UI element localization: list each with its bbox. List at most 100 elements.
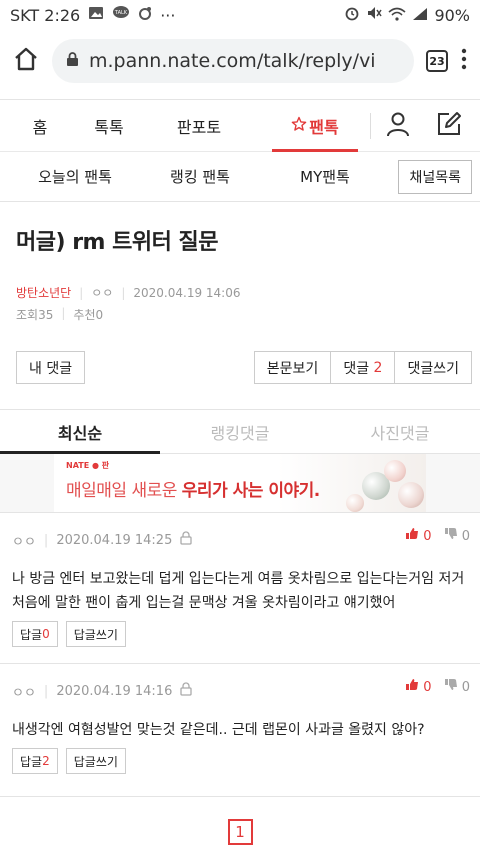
sort-tab-latest[interactable]: 최신순 — [0, 410, 160, 454]
comment-datetime: 2020.04.19 14:16 — [56, 683, 173, 699]
pagination: 1 — [0, 796, 480, 845]
nav-divider — [370, 112, 371, 139]
post-meta: 방탄소년단 | ㅇㅇ | 2020.04.19 14:06 — [0, 256, 480, 301]
banner-pearl-image — [346, 494, 364, 512]
write-icon[interactable] — [435, 110, 463, 142]
write-reply-button[interactable]: 답글쓰기 — [65, 748, 126, 774]
browser-toolbar: m.pann.nate.com/talk/reply/vi 23 — [0, 30, 480, 92]
comment-body: 나 방금 엔터 보고왔는데 덥게 입는다는게 여름 옷차림으로 입는다는거임 저… — [12, 571, 465, 611]
banner-brand: NATE ● 판 — [66, 461, 110, 470]
thumbs-up-icon — [405, 679, 419, 695]
post-recommend: 추천0 — [73, 308, 104, 322]
ad-banner[interactable]: NATE ● 판 매일매일 새로운 우리가 사는 이야기. — [0, 454, 480, 512]
page-number-current[interactable]: 1 — [227, 819, 253, 845]
tab-switcher-button[interactable]: 23 — [426, 50, 448, 72]
meta-divider: | — [61, 306, 66, 320]
post-stats: 조회35 | 추천0 — [0, 301, 480, 323]
nav-tab-label: 톡톡 — [94, 117, 124, 137]
subnav-today[interactable]: 오늘의 팬톡 — [0, 166, 150, 187]
mute-icon — [366, 5, 383, 25]
dislike-count: 0 — [461, 529, 470, 544]
banner-content: NATE ● 판 매일매일 새로운 우리가 사는 이야기. — [54, 454, 426, 512]
battery-percent: 90% — [434, 5, 470, 25]
like-button[interactable]: 0 — [405, 527, 432, 544]
sort-tab-photo[interactable]: 사진댓글 — [320, 410, 480, 453]
comment-votes: 0 0 — [405, 527, 470, 544]
nav-tab-pannphoto[interactable]: 판포토 — [138, 100, 260, 152]
overflow-menu-icon[interactable] — [460, 48, 468, 74]
comment-item: ㅇㅇ | 2020.04.19 14:16 0 0 내생각엔 여혐성발언 맞는것… — [0, 663, 480, 790]
nav-tab-label: 홈 — [32, 117, 48, 137]
post-datetime: 2020.04.19 14:06 — [133, 285, 241, 300]
comments-button[interactable]: 댓글 2 — [331, 351, 396, 384]
lock-icon — [180, 531, 192, 549]
dislike-button[interactable]: 0 — [444, 678, 470, 695]
post-author: ㅇㅇ — [91, 286, 114, 300]
banner-copy: 매일매일 새로운 우리가 사는 이야기. — [66, 476, 320, 501]
like-button[interactable]: 0 — [405, 678, 432, 695]
meta-divider: | — [121, 285, 126, 300]
status-bar: SKT 2:26 TALK ··· 90% — [0, 0, 480, 30]
comment-author: ㅇㅇ — [12, 685, 36, 701]
reply-count: 2 — [42, 754, 50, 768]
svg-text:TALK: TALK — [114, 10, 128, 16]
address-bar[interactable]: m.pann.nate.com/talk/reply/vi — [52, 39, 414, 83]
nav-tab-label: 판포토 — [176, 117, 222, 137]
wifi-icon — [388, 6, 406, 25]
nav-tab-home[interactable]: 홈 — [0, 100, 80, 152]
app-notification-icon — [138, 6, 152, 24]
comment-buttons: 답글 2 답글쓰기 — [12, 742, 480, 790]
comments-label: 댓글 — [343, 360, 370, 377]
image-notification-icon — [88, 6, 104, 24]
post-category[interactable]: 방탄소년단 — [16, 284, 71, 301]
post-views: 조회35 — [16, 308, 54, 322]
nav-tab-fantalk[interactable]: 팬톡 — [272, 100, 358, 152]
meta-divider: | — [79, 285, 84, 300]
write-comment-button[interactable]: 댓글쓰기 — [395, 351, 472, 384]
replies-label: 답글 — [20, 754, 43, 769]
banner-text-plain: 매일매일 새로운 — [66, 481, 182, 501]
url-text: m.pann.nate.com/talk/reply/vi — [89, 50, 376, 72]
replies-button[interactable]: 답글 0 — [12, 621, 58, 647]
comments-count: 2 — [373, 359, 383, 376]
alarm-icon — [344, 5, 360, 25]
time-label: SKT 2:26 — [10, 5, 81, 25]
comment-author: ㅇㅇ — [12, 534, 36, 550]
meta-divider: | — [43, 532, 49, 548]
talk-notification-icon: TALK — [112, 6, 130, 24]
comment-votes: 0 0 — [405, 678, 470, 695]
comment-sort-tabs: 최신순 랭킹댓글 사진댓글 — [0, 409, 480, 454]
subnav-my[interactable]: MY팬톡 — [275, 166, 375, 187]
comment-button-group: 본문보기 댓글 2 댓글쓰기 — [253, 351, 472, 384]
star-icon — [291, 116, 307, 136]
my-comments-button[interactable]: 내 댓글 — [16, 351, 86, 384]
replies-label: 답글 — [20, 627, 43, 642]
user-icon[interactable] — [385, 111, 411, 141]
meta-divider: | — [43, 683, 49, 699]
reply-count: 0 — [42, 627, 50, 641]
comment-body: 내생각엔 여혐성발언 맞는것 같은데.. 근데 랩몬이 사과글 올렸지 않아? — [12, 722, 425, 738]
signal-icon — [412, 6, 428, 25]
banner-pearl-image — [398, 482, 424, 508]
nav-tab-toktok[interactable]: 톡톡 — [80, 100, 138, 152]
view-post-button[interactable]: 본문보기 — [253, 351, 332, 384]
like-count: 0 — [423, 680, 432, 695]
home-icon[interactable] — [12, 45, 40, 77]
thumbs-up-icon — [405, 528, 419, 544]
comment-datetime: 2020.04.19 14:25 — [56, 532, 173, 548]
channel-list-button[interactable]: 채널목록 — [398, 159, 472, 194]
comment-actions: 내 댓글 본문보기 댓글 2 댓글쓰기 — [0, 323, 480, 384]
replies-button[interactable]: 답글 2 — [12, 748, 58, 774]
banner-text-bold: 우리가 사는 이야기. — [181, 481, 320, 501]
lock-icon — [66, 50, 79, 72]
thumbs-down-icon — [444, 528, 458, 544]
sub-nav: 오늘의 팬톡 랭킹 팬톡 MY팬톡 채널목록 — [0, 152, 480, 202]
write-reply-button[interactable]: 답글쓰기 — [65, 621, 126, 647]
thumbs-down-icon — [444, 679, 458, 695]
dislike-button[interactable]: 0 — [444, 527, 470, 544]
sort-tab-ranking[interactable]: 랭킹댓글 — [160, 410, 320, 453]
comment-buttons: 답글 0 답글쓰기 — [12, 615, 480, 663]
nav-tab-label: 팬톡 — [309, 117, 339, 137]
subnav-ranking[interactable]: 랭킹 팬톡 — [150, 166, 250, 187]
main-nav: 홈 톡톡 판포토 팬톡 — [0, 100, 480, 152]
